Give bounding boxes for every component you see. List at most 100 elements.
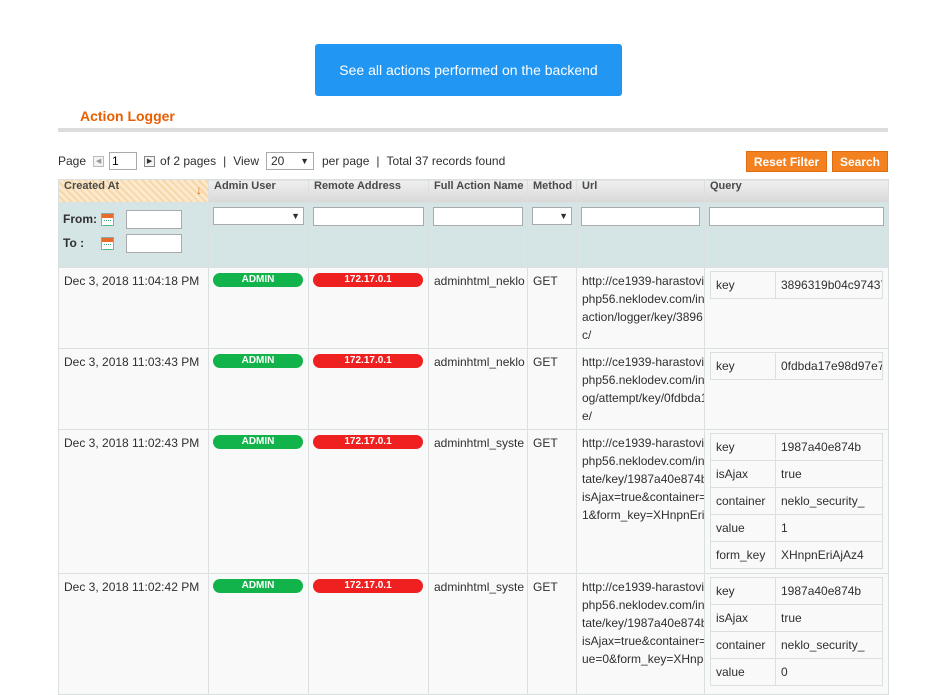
method-cell: GET	[527, 429, 577, 574]
info-banner[interactable]: See all actions performed on the backend	[315, 44, 622, 96]
remote-address-badge: 172.17.0.1	[313, 579, 423, 593]
query-value: XHnpnEriAjAz4	[775, 541, 883, 569]
per-page-label: per page	[322, 154, 370, 168]
query-table: key 1987a40e874b isAjax true container neklo_…	[710, 577, 883, 686]
url-cell: http://ce1939-harastovi php56.neklodev.co…	[576, 429, 705, 574]
query-key: container	[710, 631, 776, 659]
action-name-cell: adminhtml_neklo	[428, 348, 528, 430]
query-param-row: key 3896319b04c97437f	[710, 271, 883, 299]
remote-address-input[interactable]	[313, 207, 424, 226]
query-value: neklo_security_	[775, 631, 883, 659]
calendar-icon[interactable]	[101, 212, 114, 226]
action-name-cell: adminhtml_neklo	[428, 267, 528, 349]
method-cell: GET	[527, 267, 577, 349]
query-value: true	[775, 460, 883, 488]
remote-address-cell: 172.17.0.1	[308, 348, 429, 430]
prev-page-icon[interactable]: ◀	[93, 155, 105, 167]
query-param-row: value 0	[710, 658, 883, 686]
remote-address-badge: 172.17.0.1	[313, 273, 423, 287]
method-cell: GET	[527, 573, 577, 695]
remote-address-cell: 172.17.0.1	[308, 267, 429, 349]
column-remote-address[interactable]: Remote Address	[308, 179, 429, 203]
to-date-input[interactable]	[126, 233, 182, 253]
chevron-down-icon: ▼	[559, 211, 568, 221]
query-cell: key 1987a40e874b isAjax true container neklo_…	[704, 573, 889, 695]
search-button[interactable]: Search	[832, 151, 888, 172]
query-table: key 3896319b04c97437f	[710, 271, 883, 299]
url-line: og/attempt/key/0fdbda1	[582, 391, 705, 405]
method-select[interactable]: ▼	[532, 207, 572, 225]
url-cell: http://ce1939-harastovi php56.neklodev.co…	[576, 348, 705, 430]
from-date-input[interactable]	[126, 209, 182, 229]
header-row: Created At ↓ Admin User Remote Address Fu…	[58, 179, 889, 203]
admin-user-cell: ADMIN	[208, 573, 309, 695]
method-cell: GET	[527, 348, 577, 430]
url-line: action/logger/key/3896	[582, 310, 703, 324]
column-url[interactable]: Url	[576, 179, 705, 203]
query-key: key	[710, 433, 776, 461]
page-input[interactable]	[109, 152, 138, 170]
url-line: http://ce1939-harastovi	[582, 355, 705, 369]
url-line: e/	[582, 409, 593, 423]
pager-separator: |	[223, 154, 227, 168]
query-table: key0fdbda17e98d97e76l	[710, 352, 883, 380]
url-line: ue=0&form_key=XHnp	[582, 652, 704, 666]
next-page-icon[interactable]: ▶	[144, 155, 156, 167]
url-cell: http://ce1939-harastovi php56.neklodev.co…	[576, 267, 705, 349]
admin-user-select[interactable]: ▼	[213, 207, 304, 225]
query-key: isAjax	[710, 460, 776, 488]
query-value: neklo_security_	[775, 487, 883, 515]
reset-filter-button[interactable]: Reset Filter	[746, 151, 827, 172]
query-value: 1	[775, 514, 883, 542]
query-key: key	[710, 352, 776, 380]
sort-arrow-icon: ↓	[196, 183, 202, 197]
query-cell: key0fdbda17e98d97e76l	[704, 348, 889, 430]
action-log-grid: Created At ↓ Admin User Remote Address Fu…	[58, 179, 889, 695]
table-row[interactable]: Dec 3, 2018 11:02:43 PM ADMIN 172.17.0.1 ad…	[58, 429, 889, 574]
query-input[interactable]	[709, 207, 884, 226]
column-created-at[interactable]: Created At ↓	[58, 179, 209, 203]
admin-user-cell: ADMIN	[208, 429, 309, 574]
query-value: 3896319b04c97437f	[775, 271, 883, 299]
admin-user-badge: ADMIN	[213, 579, 303, 593]
query-value: 1987a40e874b	[775, 433, 883, 461]
url-cell: http://ce1939-harastovi php56.neklodev.co…	[576, 573, 705, 695]
action-name-cell: adminhtml_syste	[428, 573, 528, 695]
table-row[interactable]: Dec 3, 2018 11:02:42 PM ADMIN 172.17.0.1 ad…	[58, 573, 889, 695]
url-line: http://ce1939-harastovi	[582, 436, 705, 450]
query-cell: key 3896319b04c97437f	[704, 267, 889, 349]
query-param-row: container neklo_security_	[710, 487, 883, 515]
per-page-select[interactable]: 20 ▼	[266, 152, 314, 170]
column-query[interactable]: Query	[704, 179, 889, 203]
query-param-row: key0fdbda17e98d97e76l	[710, 352, 883, 380]
query-key: container	[710, 487, 776, 515]
column-method[interactable]: Method	[527, 179, 577, 203]
total-records: Total 37 records found	[386, 154, 506, 168]
query-key: form_key	[710, 541, 776, 569]
chevron-down-icon: ▼	[300, 156, 309, 166]
query-cell: key 1987a40e874b isAjax true container neklo_…	[704, 429, 889, 574]
column-full-action-name[interactable]: Full Action Name	[428, 179, 528, 203]
url-line: php56.neklodev.com/in	[582, 598, 705, 612]
query-table: key 1987a40e874b isAjax true container neklo_…	[710, 433, 883, 569]
column-label: Created At	[64, 180, 120, 192]
column-admin-user[interactable]: Admin User	[208, 179, 309, 203]
table-row[interactable]: Dec 3, 2018 11:03:43 PM ADMIN 172.17.0.1 ad…	[58, 348, 889, 430]
action-name-input[interactable]	[433, 207, 523, 226]
url-line: tate/key/1987a40e874b	[582, 472, 705, 486]
admin-user-badge: ADMIN	[213, 435, 303, 449]
url-input[interactable]	[581, 207, 700, 226]
per-page-value: 20	[271, 154, 285, 168]
remote-address-badge: 172.17.0.1	[313, 354, 423, 368]
calendar-icon[interactable]	[101, 236, 114, 250]
url-line: 1&form_key=XHnpnEri	[582, 508, 705, 522]
url-line: php56.neklodev.com/in	[582, 454, 705, 468]
query-param-row: value 1	[710, 514, 883, 542]
date-filter: From: To :	[58, 202, 209, 268]
query-key: value	[710, 514, 776, 542]
view-label: View	[233, 154, 259, 168]
url-line: http://ce1939-harastovi	[582, 274, 705, 288]
created-at-cell: Dec 3, 2018 11:03:43 PM	[58, 348, 209, 430]
url-line: php56.neklodev.com/in	[582, 292, 705, 306]
table-row[interactable]: Dec 3, 2018 11:04:18 PM ADMIN 172.17.0.1 ad…	[58, 267, 889, 349]
